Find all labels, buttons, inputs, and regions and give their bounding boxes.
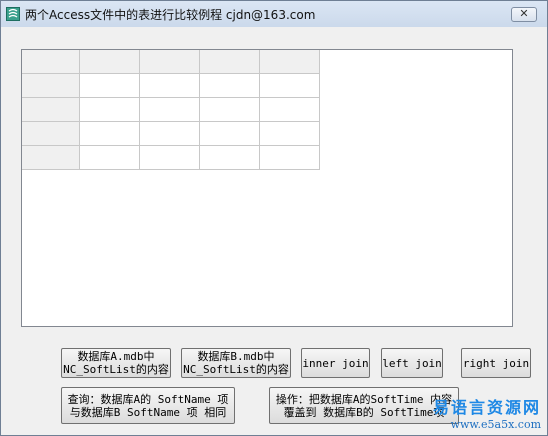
grid-header-cell [140, 50, 200, 74]
grid-cell[interactable] [200, 98, 260, 122]
grid-cell[interactable] [200, 146, 260, 170]
grid-header-cell [22, 50, 80, 74]
show-db-b-line2: NC_SoftList的内容 [183, 363, 289, 376]
show-db-a-line2: NC_SoftList的内容 [63, 363, 169, 376]
grid-cell[interactable] [140, 122, 200, 146]
watermark-url: www.e5a5x.com [450, 418, 541, 431]
right-join-button[interactable]: right join [461, 348, 531, 378]
grid-cell[interactable] [140, 98, 200, 122]
grid-cell[interactable] [260, 74, 320, 98]
show-db-a-button[interactable]: 数据库A.mdb中 NC_SoftList的内容 [61, 348, 171, 378]
grid-row-header-cell [22, 74, 80, 98]
grid-cell[interactable] [140, 74, 200, 98]
show-db-b-line1: 数据库B.mdb中 [197, 350, 275, 363]
update-line2: 覆盖到 数据库B的 SoftTime项 [283, 405, 445, 419]
grid-cell[interactable] [80, 146, 140, 170]
grid-row-header-cell [22, 98, 80, 122]
watermark-title: 易语言资源网 [432, 398, 541, 417]
grid-header-cell [200, 50, 260, 74]
query-button[interactable]: 查询：数据库A的 SoftName 项 与数据库B SoftName 项 相同 [61, 387, 235, 424]
grid-cell[interactable] [260, 98, 320, 122]
grid-cell[interactable] [260, 146, 320, 170]
app-icon [6, 7, 20, 21]
grid-cell[interactable] [200, 74, 260, 98]
title-bar[interactable]: 两个Access文件中的表进行比较例程 cjdn@163.com ✕ [1, 1, 547, 27]
update-line1: 操作：把数据库A的SoftTime 内容 [275, 392, 453, 406]
close-button[interactable]: ✕ [511, 7, 537, 22]
grid-row-header-cell [22, 122, 80, 146]
client-area: 数据库A.mdb中 NC_SoftList的内容 数据库B.mdb中 NC_So… [7, 31, 541, 429]
grid-cell[interactable] [80, 122, 140, 146]
grid-cell[interactable] [140, 146, 200, 170]
grid-cell[interactable] [80, 74, 140, 98]
site-watermark: 易语言资源网 www.e5a5x.com [433, 394, 541, 431]
grid-cell[interactable] [260, 122, 320, 146]
grid-header-cell [260, 50, 320, 74]
inner-join-button[interactable]: inner join [301, 348, 370, 378]
main-window: 两个Access文件中的表进行比较例程 cjdn@163.com ✕ 数据库A.… [0, 0, 548, 436]
grid-header-cell [80, 50, 140, 74]
window-title: 两个Access文件中的表进行比较例程 cjdn@163.com [25, 8, 316, 22]
show-db-b-button[interactable]: 数据库B.mdb中 NC_SoftList的内容 [181, 348, 291, 378]
query-line2: 与数据库B SoftName 项 相同 [69, 405, 227, 419]
left-join-button[interactable]: left join [381, 348, 443, 378]
show-db-a-line1: 数据库A.mdb中 [77, 350, 155, 363]
data-grid[interactable] [21, 49, 513, 327]
query-line1: 查询：数据库A的 SoftName 项 [67, 392, 229, 406]
grid-row-header-cell [22, 146, 80, 170]
update-button[interactable]: 操作：把数据库A的SoftTime 内容 覆盖到 数据库B的 SoftTime项 [269, 387, 459, 424]
grid-cell[interactable] [80, 98, 140, 122]
grid-cell[interactable] [200, 122, 260, 146]
